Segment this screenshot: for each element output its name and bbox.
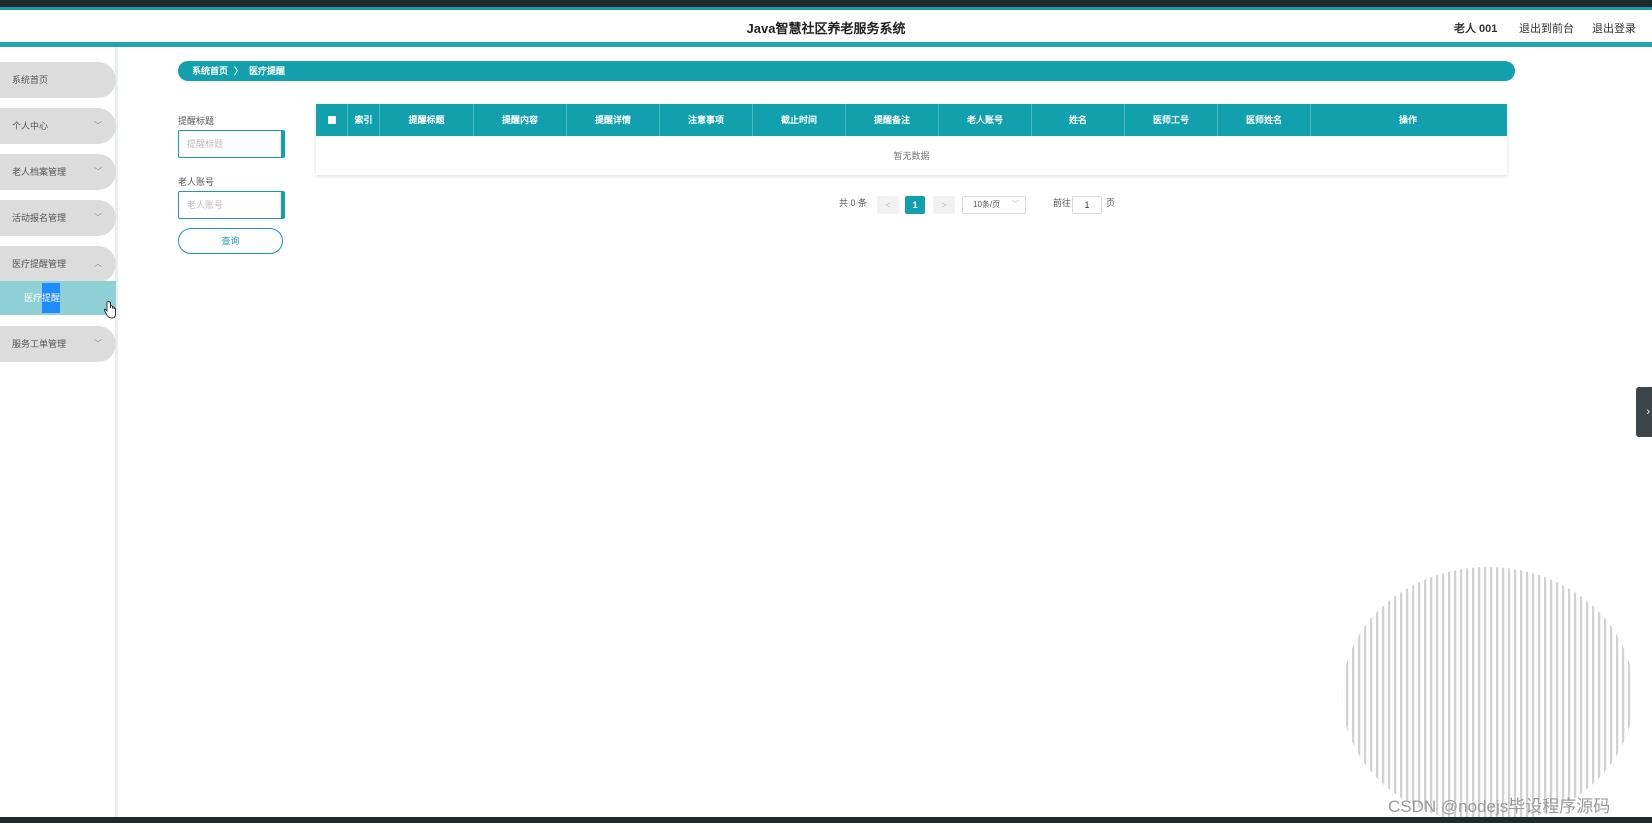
chevron-down-icon: ﹀ <box>94 213 102 222</box>
sidebar-item-elder-records[interactable]: 老人档案管理 ﹀ <box>0 154 116 190</box>
sidebar-item-activity-signup[interactable]: 活动报名管理 ﹀ <box>0 200 116 236</box>
sidebar-item-label: 医疗提醒管理 <box>12 259 67 269</box>
data-table: 索引 提醒标题 提醒内容 提醒详情 注意事项 截止时间 提醒备注 老人账号 姓名… <box>316 104 1507 175</box>
app-title: Java智慧社区养老服务系统 <box>746 21 906 36</box>
pagination-total: 共 0 条 <box>839 198 868 208</box>
reminder-title-label: 提醒标题 <box>178 116 215 126</box>
breadcrumb: 系统首页〉医疗提醒 <box>178 61 1515 81</box>
column-header-elder-account: 老人账号 <box>939 104 1032 136</box>
decorative-striped-circle <box>1338 565 1638 817</box>
sidebar-item-medical-reminder[interactable]: 医疗提醒管理 ︿ <box>0 246 116 282</box>
column-header-remark: 提醒备注 <box>846 104 939 136</box>
sidebar-item-home[interactable]: 系统首页 <box>0 62 116 98</box>
table-header: 索引 提醒标题 提醒内容 提醒详情 注意事项 截止时间 提醒备注 老人账号 姓名… <box>316 104 1507 136</box>
page-suffix-label: 页 <box>1106 198 1116 208</box>
logout-link[interactable]: 退出登录 <box>1592 20 1636 36</box>
chevron-down-icon: ﹀ <box>94 339 102 348</box>
prev-page-button[interactable]: < <box>877 196 899 214</box>
column-header-content: 提醒内容 <box>474 104 567 136</box>
breadcrumb-home[interactable]: 系统首页 <box>192 66 228 76</box>
page-size-select[interactable]: 10条/页 ﹀ <box>962 196 1026 214</box>
sidebar-item-label: 个人中心 <box>12 121 49 131</box>
column-header-title: 提醒标题 <box>380 104 474 136</box>
text-selection-highlight: 提醒 <box>42 283 61 313</box>
sidebar-subitem-medical-reminder[interactable]: 医疗提醒 <box>0 281 116 315</box>
elder-account-label: 老人账号 <box>178 177 215 187</box>
breadcrumb-current: 医疗提醒 <box>249 66 286 76</box>
header-accent-bar <box>0 42 1652 47</box>
sidebar-item-label: 系统首页 <box>12 75 49 85</box>
sidebar-item-label: 老人档案管理 <box>12 167 67 177</box>
column-header-index: 索引 <box>348 104 380 136</box>
sidebar-subitem-label: 医疗 <box>24 293 43 303</box>
page-size-value: 10条/页 <box>973 200 1001 209</box>
column-header-actions: 操作 <box>1398 115 1417 125</box>
sidebar: 系统首页 个人中心 ﹀ 老人档案管理 ﹀ 活动报名管理 ﹀ 医疗提醒管理 ︿ 医… <box>0 47 118 817</box>
sidebar-item-service-orders[interactable]: 服务工单管理 ﹀ <box>0 326 116 362</box>
back-to-frontend-link[interactable]: 退出到前台 <box>1519 20 1574 36</box>
goto-page-input[interactable]: 1 <box>1072 196 1102 214</box>
column-header-notes: 注意事项 <box>660 104 753 136</box>
chevron-down-icon: ﹀ <box>94 167 102 176</box>
watermark-text: CSDN @nodejs毕设程序源码 <box>1388 797 1611 816</box>
page-number-current[interactable]: 1 <box>905 196 925 214</box>
next-page-button[interactable]: > <box>933 196 955 214</box>
sidebar-item-label: 活动报名管理 <box>12 213 67 223</box>
sidebar-item-label: 服务工单管理 <box>12 339 67 349</box>
chevron-up-icon: ︿ <box>94 259 102 268</box>
breadcrumb-separator: 〉 <box>234 66 244 76</box>
chevron-down-icon: ﹀ <box>1012 201 1019 208</box>
goto-label: 前往 <box>1053 198 1072 208</box>
query-button[interactable]: 查询 <box>178 228 283 254</box>
column-header-details: 提醒详情 <box>567 104 660 136</box>
elder-account-input[interactable] <box>178 191 285 219</box>
sidebar-item-personal-center[interactable]: 个人中心 ﹀ <box>0 108 116 144</box>
column-header-name: 姓名 <box>1032 104 1125 136</box>
app-page: Java智慧社区养老服务系统 老人 001 退出到前台 退出登录 系统首页 个人… <box>0 7 1652 817</box>
header: Java智慧社区养老服务系统 老人 001 退出到前台 退出登录 <box>0 10 1652 42</box>
reminder-title-input[interactable] <box>178 130 285 158</box>
hand-cursor-icon <box>103 301 117 324</box>
column-header-doctor-id: 医师工号 <box>1125 104 1218 136</box>
current-user: 老人 001 <box>1454 23 1498 35</box>
bottom-strip <box>0 817 1652 823</box>
select-all-checkbox[interactable] <box>316 104 348 136</box>
chevron-down-icon: ﹀ <box>94 121 102 130</box>
empty-state-text: 暂无数据 <box>893 151 930 161</box>
column-header-deadline: 截止时间 <box>753 104 846 136</box>
column-header-doctor-name: 医师姓名 <box>1218 104 1311 136</box>
expand-panel-toggle[interactable]: › <box>1636 387 1652 437</box>
